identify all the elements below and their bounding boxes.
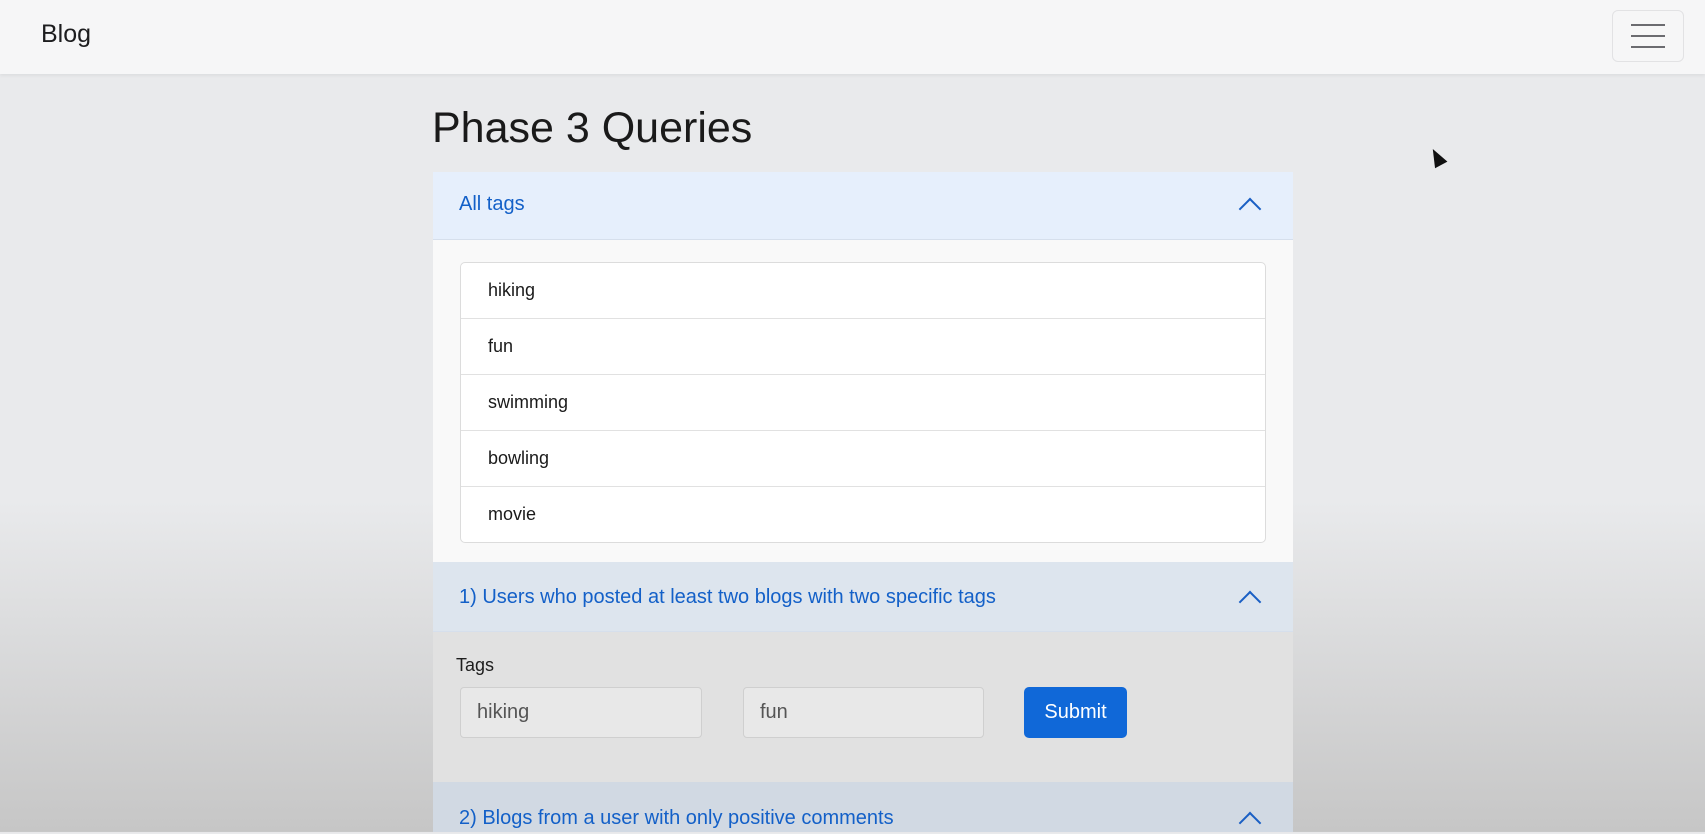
- hamburger-menu-icon: [1631, 24, 1665, 26]
- accordion-header-label: 1) Users who posted at least two blogs w…: [459, 586, 996, 608]
- list-item: bowling: [461, 431, 1265, 487]
- navbar-brand[interactable]: Blog: [41, 20, 91, 49]
- mouse-cursor-icon: [1426, 145, 1448, 169]
- list-item: movie: [488, 504, 537, 524]
- hamburger-menu-icon-line: [1631, 46, 1665, 48]
- tag-list: hiking fun swimming bowling movie: [460, 262, 1266, 543]
- page-title: Phase 3 Queries: [432, 104, 753, 152]
- tag-2-input[interactable]: [743, 687, 984, 738]
- list-item: fun: [461, 319, 1265, 375]
- submit-button[interactable]: Submit: [1024, 687, 1127, 738]
- list-item: swimming: [461, 375, 1265, 431]
- tags-label: Tags: [456, 655, 495, 675]
- tag-1-input[interactable]: [460, 687, 702, 738]
- accordion-header-all-tags[interactable]: All tags: [433, 172, 1293, 240]
- accordion-header-label: All tags: [459, 193, 525, 215]
- hamburger-menu-icon-line: [1631, 35, 1665, 37]
- navbar: Blog: [0, 0, 1705, 74]
- accordion-header-query-1[interactable]: 1) Users who posted at least two blogs w…: [433, 562, 1293, 632]
- list-item: hiking: [461, 263, 1265, 319]
- accordion-header-label: 2) Blogs from a user with only positive …: [459, 807, 894, 829]
- accordion-header-query-2[interactable]: 2) Blogs from a user with only positive …: [433, 782, 1293, 832]
- navbar-toggler-button[interactable]: [1612, 10, 1684, 62]
